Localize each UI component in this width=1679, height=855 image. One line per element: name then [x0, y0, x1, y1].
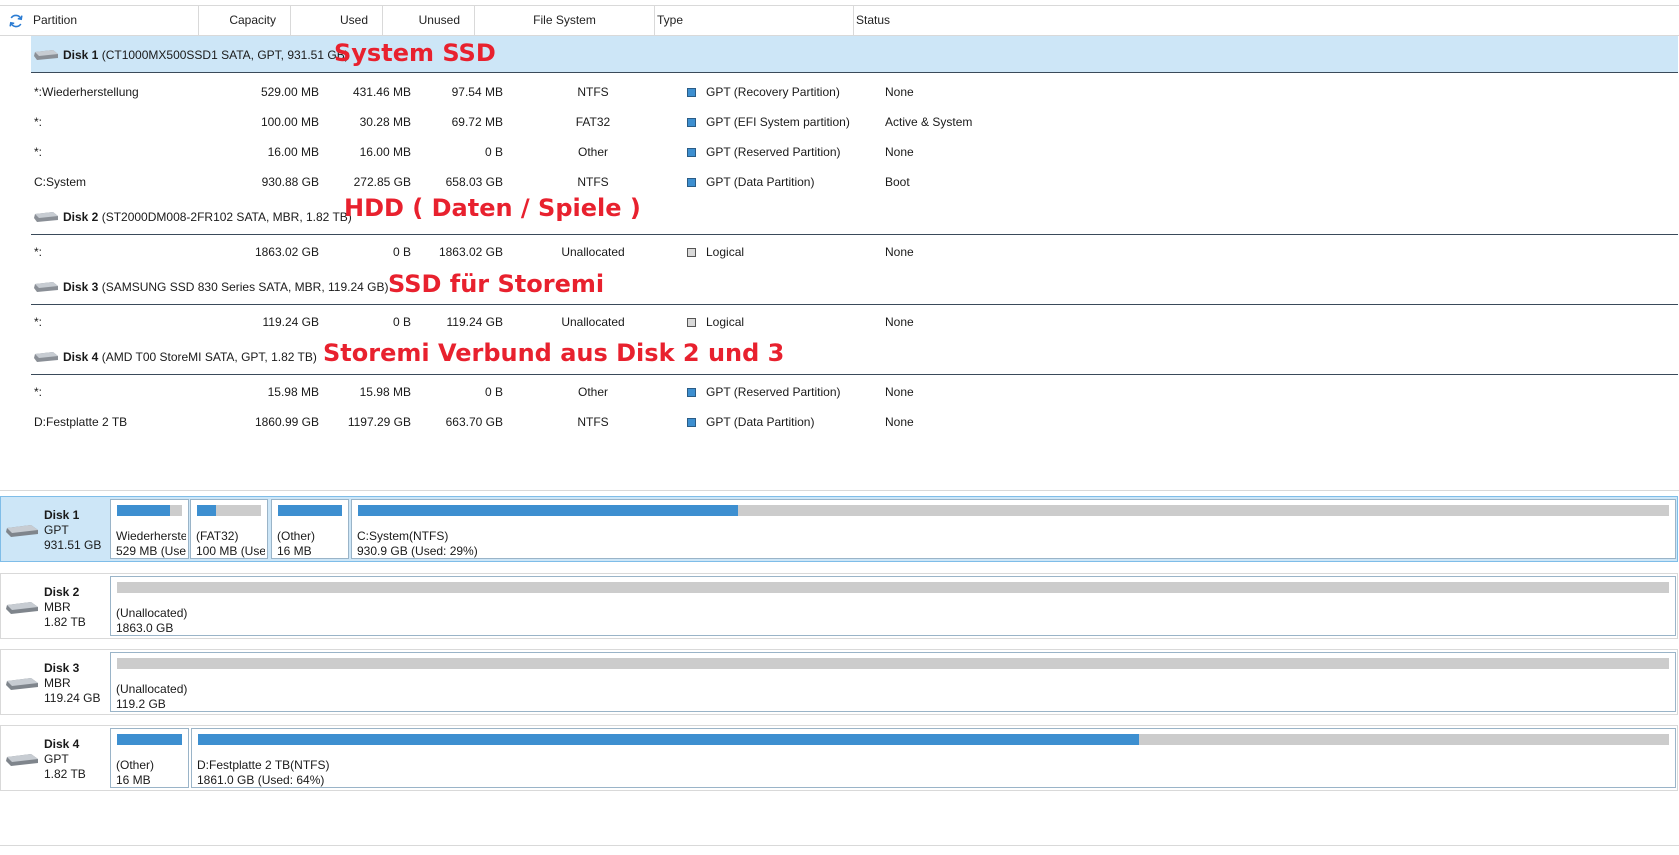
partition-block[interactable]: (Unallocated) 1863.0 GB — [110, 576, 1676, 636]
usage-bar — [117, 582, 1669, 593]
column-header: Partition Capacity Used Unused File Syst… — [0, 5, 1679, 36]
divider — [0, 845, 1679, 846]
partition-block[interactable]: (Other) 16 MB — [110, 728, 189, 788]
partition-color-icon — [687, 387, 696, 397]
column-capacity[interactable]: Capacity — [199, 6, 291, 35]
partition-color-icon — [687, 247, 696, 257]
partition-row[interactable]: *: 1863.02 GB 0 B 1863.02 GB Unallocated… — [31, 237, 1085, 267]
partition-block[interactable]: D:Festplatte 2 TB(NTFS) 1861.0 GB (Used: … — [191, 728, 1676, 788]
partition-block[interactable]: (FAT32)100 MB (Used: 30%) — [190, 499, 268, 559]
column-used[interactable]: Used — [291, 6, 383, 35]
disk-map-3[interactable]: Disk 3 MBR 119.24 GB (Unallocated) 119.2 GB — [0, 649, 1678, 715]
partition-color-icon — [687, 177, 696, 187]
disk-icon — [5, 677, 39, 694]
usage-bar — [197, 505, 261, 516]
usage-bar — [278, 505, 342, 516]
annotation-label: SSD für Storemi — [388, 270, 605, 298]
partition-block[interactable]: (Other) 16 MB — [271, 499, 349, 559]
disk-title: Disk 2 (ST2000DM008-2FR102 SATA, MBR, 1.… — [63, 209, 352, 224]
disk-icon — [33, 281, 61, 293]
pane-splitter[interactable] — [0, 490, 1679, 491]
disk-icon — [5, 524, 39, 541]
partition-row[interactable]: C:System 930.88 GB 272.85 GB 658.03 GB N… — [31, 167, 1085, 197]
disk-icon — [33, 211, 61, 223]
disk-row-2[interactable]: Disk 2 (ST2000DM008-2FR102 SATA, MBR, 1.… — [31, 198, 1678, 235]
disk-title: Disk 3 (SAMSUNG SSD 830 Series SATA, MBR… — [63, 279, 389, 294]
partition-row[interactable]: D:Festplatte 2 TB 1860.99 GB 1197.29 GB … — [31, 407, 1085, 437]
disk-map-4[interactable]: Disk 4 GPT 1.82 TB (Other) 16 MB D:Festplat… — [0, 725, 1678, 791]
column-type[interactable]: Type — [655, 6, 854, 35]
partition-row[interactable]: *: 16.00 MB 16.00 MB 0 B Other GPT (Rese… — [31, 137, 1085, 167]
partition-color-icon — [687, 147, 696, 157]
disk-row-1[interactable]: Disk 1 (CT1000MX500SSD1 SATA, GPT, 931.5… — [31, 36, 1678, 73]
partition-block[interactable]: (Unallocated) 119.2 GB — [110, 652, 1676, 712]
partition-row[interactable]: *:Wiederherstellung 529.00 MB 431.46 MB … — [31, 77, 1085, 107]
usage-bar — [117, 734, 182, 745]
partition-color-icon — [687, 317, 696, 327]
column-unused[interactable]: Unused — [383, 6, 475, 35]
usage-bar — [117, 505, 182, 516]
disk-map-1[interactable]: Disk 1GPT931.51 GB Wiederherstellung(NTF… — [0, 496, 1678, 562]
annotation-label: Storemi Verbund aus Disk 2 und 3 — [323, 339, 785, 367]
disk-row-3[interactable]: Disk 3 (SAMSUNG SSD 830 Series SATA, MBR… — [31, 268, 1678, 305]
annotation-label: System SSD — [334, 39, 496, 67]
partition-row[interactable]: *: 100.00 MB 30.28 MB 69.72 MB FAT32 GPT… — [31, 107, 1085, 137]
partition-block[interactable]: C:System(NTFS) 930.9 GB (Used: 29%) — [351, 499, 1676, 559]
column-partition[interactable]: Partition — [31, 6, 199, 35]
usage-bar — [117, 658, 1669, 669]
partition-color-icon — [687, 87, 696, 97]
partition-color-icon — [687, 417, 696, 427]
partition-row[interactable]: *: 119.24 GB 0 B 119.24 GB Unallocated L… — [31, 307, 1085, 337]
column-status[interactable]: Status — [854, 6, 1054, 35]
usage-bar — [358, 505, 1669, 516]
disk-map-2[interactable]: Disk 2 MBR 1.82 TB (Unallocated) 1863.0 GB — [0, 573, 1678, 639]
column-filesystem[interactable]: File System — [475, 6, 655, 35]
usage-bar — [198, 734, 1669, 745]
disk-icon — [5, 601, 39, 618]
partition-row[interactable]: *: 15.98 MB 15.98 MB 0 B Other GPT (Rese… — [31, 377, 1085, 407]
disk-icon — [5, 753, 39, 770]
disk-icon — [33, 351, 61, 363]
disk-title: Disk 4 (AMD T00 StoreMI SATA, GPT, 1.82 … — [63, 349, 317, 364]
partition-block[interactable]: Wiederherstellung(NTFS)529 MB (Used: 81%… — [110, 499, 189, 559]
disk-title: Disk 1 (CT1000MX500SSD1 SATA, GPT, 931.5… — [63, 47, 349, 62]
disk-row-4[interactable]: Disk 4 (AMD T00 StoreMI SATA, GPT, 1.82 … — [31, 338, 1678, 375]
disk-icon — [33, 49, 61, 61]
refresh-icon[interactable] — [0, 6, 31, 36]
annotation-label: HDD ( Daten / Spiele ) — [344, 194, 641, 222]
partition-color-icon — [687, 117, 696, 127]
